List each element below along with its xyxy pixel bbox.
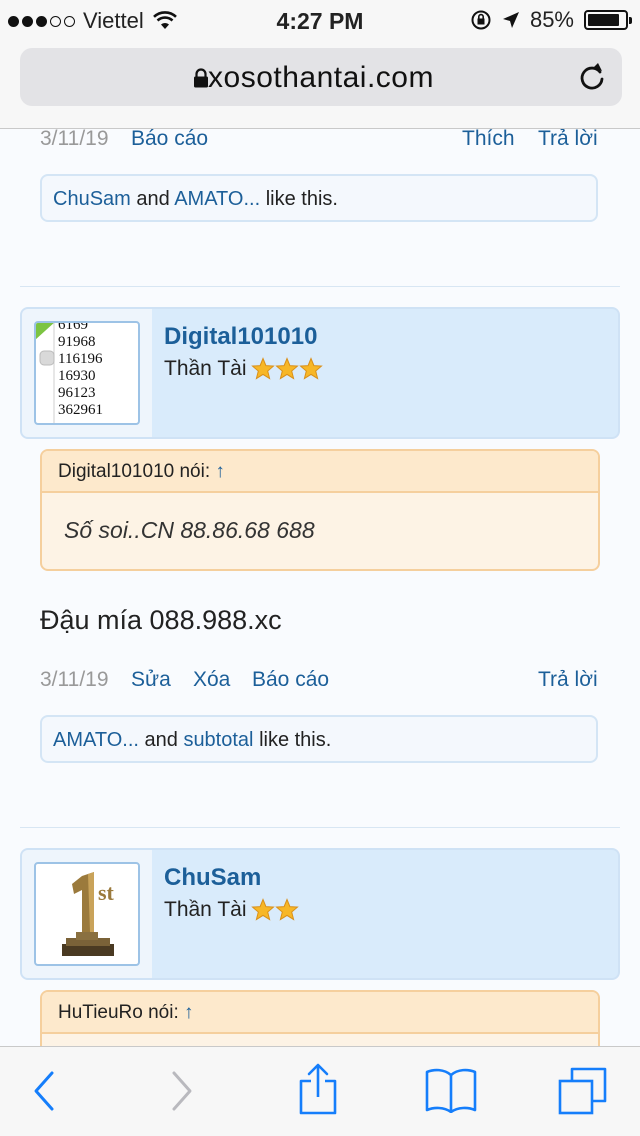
message-user-info: st ChuSam Thần Tài	[20, 848, 620, 980]
quote-block: HuTieuRo nói: ↑	[40, 990, 600, 1046]
delete-link[interactable]: Xóa	[193, 668, 230, 692]
battery-icon	[584, 10, 632, 30]
liker-link[interactable]: ChuSam	[53, 188, 131, 210]
post-date: 3/11/19	[40, 668, 109, 691]
likes-suffix: like this.	[259, 729, 332, 751]
avatar-numbers: 6169 91968 116196 16930 96123 362961	[58, 321, 103, 419]
lock-rotation-icon	[471, 10, 491, 30]
star-icon	[250, 357, 275, 380]
avatar-number-line: 362961	[58, 402, 103, 418]
forward-icon[interactable]	[168, 1069, 196, 1113]
like-link[interactable]: Thích	[462, 129, 515, 151]
reload-icon[interactable]	[578, 62, 606, 92]
report-link[interactable]: Báo cáo	[252, 668, 329, 692]
edit-link[interactable]: Sửa	[131, 668, 171, 692]
battery-percentage: 85%	[529, 7, 574, 32]
address-bar-container: xosothantai.com	[0, 40, 640, 129]
svg-text:st: st	[98, 880, 115, 905]
message-text: Đậu mía 088.988.xc	[40, 605, 282, 635]
quote-header: Digital101010 nói: ↑	[42, 451, 598, 493]
post-divider	[20, 286, 620, 287]
rank-stars	[250, 898, 299, 922]
likes-and: and	[144, 729, 178, 751]
trophy-icon: st	[62, 872, 115, 956]
quote-author: Digital101010 nói:	[58, 461, 211, 482]
avatar[interactable]: 6169 91968 116196 16930 96123 362961	[34, 321, 140, 425]
star-icon	[298, 357, 323, 380]
avatar-number-line: 91968	[58, 334, 96, 350]
likes-summary: ChuSam and AMATO... like this.	[40, 174, 598, 222]
liker-link[interactable]: AMATO...	[174, 188, 260, 210]
tabs-icon[interactable]	[558, 1067, 608, 1115]
likes-suffix: like this.	[265, 188, 338, 210]
avatar[interactable]: st	[34, 862, 140, 966]
avatar-number-line: 116196	[58, 351, 103, 367]
user-title-text: Thần Tài	[164, 357, 247, 380]
reply-link[interactable]: Trả lời	[538, 668, 598, 692]
rank-stars	[250, 357, 323, 381]
liker-link[interactable]: AMATO...	[53, 729, 139, 751]
bookmarks-icon[interactable]	[424, 1067, 478, 1113]
quote-block: Digital101010 nói: ↑ Số soi..CN 88.86.68…	[40, 449, 600, 571]
status-bar: Viettel 4:27 PM 85%	[0, 0, 640, 40]
quote-text: Số soi..CN 88.86.68 688	[64, 517, 315, 543]
location-arrow-icon	[502, 12, 519, 28]
user-title: Thần Tài	[164, 357, 323, 381]
post-date: 3/11/19	[40, 129, 109, 150]
avatar-number-line: 6169	[58, 321, 88, 333]
avatar-holder: 6169 91968 116196 16930 96123 362961	[22, 309, 152, 437]
star-icon	[250, 898, 275, 921]
user-title: Thần Tài	[164, 898, 299, 922]
username-link[interactable]: Digital101010	[164, 323, 317, 351]
likes-summary: AMATO... and subtotal like this.	[40, 715, 598, 763]
likes-and: and	[136, 188, 170, 210]
browser-toolbar	[0, 1046, 640, 1136]
url-host: xosothantai.com	[208, 61, 434, 94]
quote-author: HuTieuRo nói:	[58, 1002, 179, 1023]
star-icon	[274, 357, 299, 380]
address-bar[interactable]: xosothantai.com	[20, 48, 622, 106]
quote-header: HuTieuRo nói: ↑	[42, 992, 598, 1034]
username-link[interactable]: ChuSam	[164, 864, 261, 892]
avatar-holder: st	[22, 850, 152, 978]
reply-link[interactable]: Trả lời	[538, 129, 598, 151]
avatar-number-line: 16930	[58, 368, 96, 384]
post-divider	[20, 827, 620, 828]
back-icon[interactable]	[30, 1069, 58, 1113]
thread-content: 3/11/19 Báo cáo Thích Trả lời ChuSam and…	[0, 129, 640, 1046]
share-icon[interactable]	[296, 1063, 340, 1117]
message-user-info: 6169 91968 116196 16930 96123 362961 Digital1…	[20, 307, 620, 439]
liker-link[interactable]: subtotal	[183, 729, 253, 751]
quote-jump-link[interactable]: ↑	[184, 1002, 194, 1023]
quote-jump-link[interactable]: ↑	[215, 461, 225, 482]
report-link[interactable]: Báo cáo	[131, 129, 208, 151]
star-icon	[274, 898, 299, 921]
user-title-text: Thần Tài	[164, 898, 247, 921]
avatar-number-line: 96123	[58, 385, 96, 401]
